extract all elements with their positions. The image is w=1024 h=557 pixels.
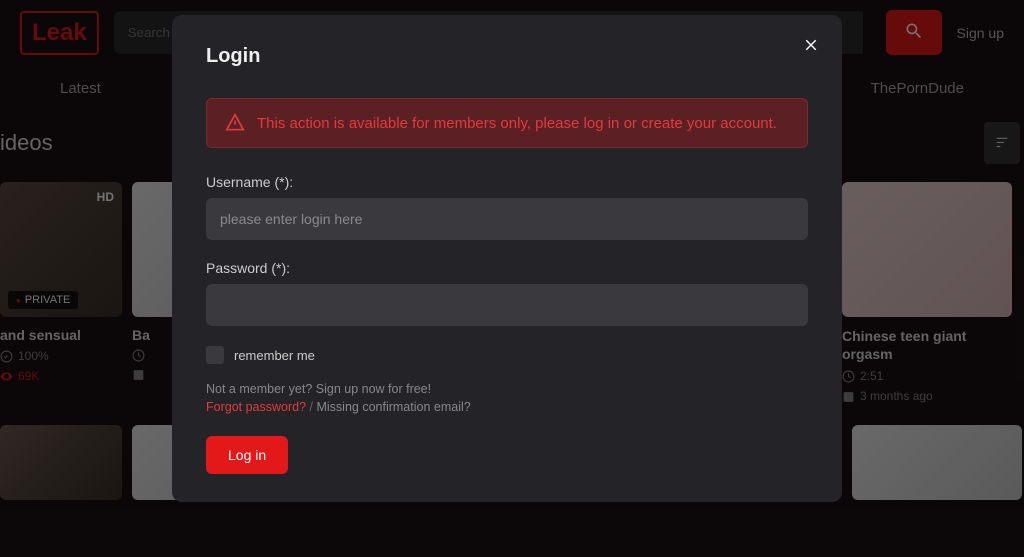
username-input[interactable] — [206, 198, 808, 240]
remember-checkbox[interactable] — [206, 346, 224, 364]
separator: / — [306, 400, 316, 414]
password-input[interactable] — [206, 284, 808, 326]
alert-banner: This action is available for members onl… — [206, 98, 808, 148]
warning-icon — [225, 113, 245, 133]
username-label: Username (*): — [206, 174, 808, 190]
remember-label: remember me — [234, 348, 315, 363]
login-button[interactable]: Log in — [206, 436, 288, 474]
signup-prompt: Not a member yet? Sign up now for free! — [206, 382, 808, 396]
password-label: Password (*): — [206, 260, 808, 276]
confirmation-email-link[interactable]: Missing confirmation email? — [316, 400, 470, 414]
forgot-password-link[interactable]: Forgot password? — [206, 400, 306, 414]
close-button[interactable] — [802, 33, 820, 61]
login-modal: Login This action is available for membe… — [172, 15, 842, 502]
modal-title: Login — [206, 45, 808, 68]
close-icon — [802, 36, 820, 54]
